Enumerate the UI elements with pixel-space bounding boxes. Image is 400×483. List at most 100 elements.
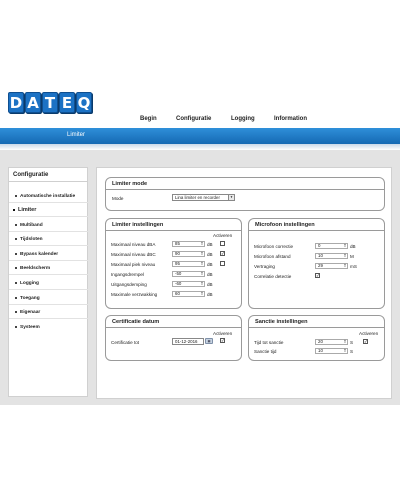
input-threshold-input[interactable]: -50 ▲ ▼: [172, 271, 205, 277]
page-title-bar: Limiter: [0, 128, 400, 144]
max-dbc-input[interactable]: 90 ▲ ▼: [172, 251, 205, 257]
max-peak-input[interactable]: 95 ▲ ▼: [172, 261, 205, 267]
limiter-mode-panel: Limiter mode Mode Lina limiter en record…: [105, 177, 385, 211]
certification-date-title: Certificatie datum: [112, 319, 160, 325]
spinner-arrows-icon[interactable]: ▲ ▼: [343, 339, 347, 344]
correlation-detection-checkbox[interactable]: ✓: [315, 273, 320, 278]
sidebar-item-label: Logging: [20, 281, 39, 286]
sidebar-item-bypass-kalender[interactable]: Bypass kalender: [15, 252, 58, 257]
max-attenuation-input[interactable]: 60 ▲ ▼: [172, 291, 205, 297]
sanction-settings-panel: Sanctie instellingen Activeren Tijd tot …: [248, 315, 385, 361]
bullet-icon: [15, 223, 17, 226]
nav-begin[interactable]: Begin: [140, 116, 157, 122]
max-dba-value: 85: [175, 241, 180, 246]
mode-select-value: Lina limiter en recorder: [175, 195, 220, 200]
spinner-arrows-icon[interactable]: ▲ ▼: [343, 263, 347, 268]
sidebar-item-beeldscherm[interactable]: Beeldscherm: [15, 266, 50, 271]
sidebar-item-multiband[interactable]: Multiband: [15, 223, 43, 228]
limiter-mode-title: Limiter mode: [112, 181, 148, 187]
bullet-icon: [15, 266, 17, 269]
mic-distance-input[interactable]: 10 ▲ ▼: [315, 253, 348, 259]
max-peak-checkbox[interactable]: [220, 261, 225, 266]
output-damping-label: Uitgangsdemping: [111, 282, 147, 287]
sidebar-item-label: Toegang: [20, 296, 40, 301]
microphone-settings-panel: Microfoon instellingen Microfoon correct…: [248, 218, 385, 309]
logo-letter: T: [42, 92, 58, 113]
dateq-logo[interactable]: D A T E Q: [8, 92, 92, 113]
max-dbc-value: 90: [175, 251, 180, 256]
max-dbc-label: Maximaal niveau dBC: [111, 252, 156, 257]
nav-logging[interactable]: Logging: [231, 116, 255, 122]
output-damping-input[interactable]: -60 ▲ ▼: [172, 281, 205, 287]
max-dba-checkbox[interactable]: [220, 241, 225, 246]
certification-checkbox[interactable]: ✓: [220, 338, 225, 343]
bullet-icon: [15, 252, 17, 255]
output-damping-value: -60: [175, 281, 182, 286]
limiter-settings-panel: Limiter instellingen Activeren Maximaal …: [105, 218, 242, 309]
spinner-arrows-icon[interactable]: ▲ ▼: [343, 243, 347, 248]
bullet-icon: [15, 310, 17, 313]
certification-date-input[interactable]: 01-12-2016: [172, 338, 204, 345]
time-to-sanction-input[interactable]: 20 ▲ ▼: [315, 339, 348, 345]
divider: [9, 216, 88, 217]
max-dbc-checkbox[interactable]: ✓: [220, 251, 225, 256]
sidebar-item-tijdsloten[interactable]: Tijdsloten: [15, 237, 43, 242]
input-threshold-value: -50: [175, 271, 182, 276]
spinner-arrows-icon[interactable]: ▲ ▼: [343, 253, 347, 258]
certification-until-label: Certificatie tot: [111, 340, 140, 345]
sidebar-item-label: Tijdsloten: [20, 237, 43, 242]
limiter-settings-title: Limiter instellingen: [112, 222, 164, 228]
max-peak-value: 95: [175, 261, 180, 266]
sanction-settings-title: Sanctie instellingen: [255, 319, 308, 325]
nav-configuratie[interactable]: Configuratie: [176, 116, 211, 122]
max-dba-label: Maximaal niveau dBA: [111, 242, 156, 247]
bullet-icon: [13, 208, 15, 211]
sidebar-item-limiter[interactable]: Limiter: [13, 207, 36, 213]
sidebar: Configuratie Automatische installatie Li…: [8, 167, 88, 397]
bullet-icon: [15, 296, 17, 299]
spinner-arrows-icon[interactable]: ▲ ▼: [200, 291, 204, 296]
unit-label: mS: [350, 264, 357, 269]
divider: [9, 202, 88, 203]
sidebar-item-toegang[interactable]: Toegang: [15, 296, 40, 301]
spinner-arrows-icon[interactable]: ▲ ▼: [200, 251, 204, 256]
spinner-arrows-icon[interactable]: ▲ ▼: [200, 271, 204, 276]
unit-label: S: [350, 349, 354, 354]
mode-label: Mode: [112, 196, 124, 201]
sidebar-item-label: Bypass kalender: [20, 252, 59, 257]
time-to-sanction-checkbox[interactable]: ✓: [363, 339, 368, 344]
divider: [106, 189, 384, 190]
logo-letter: A: [25, 92, 41, 113]
sidebar-item-systeem[interactable]: Systeem: [15, 325, 40, 330]
sanction-time-input[interactable]: 10 ▲ ▼: [315, 348, 348, 354]
sidebar-item-eigenaar[interactable]: Eigenaar: [15, 310, 40, 315]
certification-date-value: 01-12-2016: [175, 339, 198, 344]
spinner-arrows-icon[interactable]: ▲ ▼: [343, 348, 347, 353]
header: D A T E Q Begin Configuratie Logging Inf…: [0, 82, 400, 128]
mic-correction-label: Microfoon correctie: [254, 244, 294, 249]
unit-label: S: [350, 340, 354, 345]
divider: [249, 230, 384, 231]
mode-select[interactable]: Lina limiter en recorder ▼: [172, 194, 235, 201]
spinner-arrows-icon[interactable]: ▲ ▼: [200, 281, 204, 286]
sidebar-item-automatische-installatie[interactable]: Automatische installatie: [15, 194, 75, 199]
max-attenuation-label: Maximale verzwakking: [111, 292, 158, 297]
unit-label: dB: [207, 292, 213, 297]
mic-correction-input[interactable]: 0 ▲ ▼: [315, 243, 348, 249]
bullet-icon: [15, 237, 17, 240]
divider: [9, 245, 88, 246]
activate-header: Activeren: [213, 331, 233, 336]
page-title: Limiter: [67, 132, 86, 138]
sidebar-item-logging[interactable]: Logging: [15, 281, 39, 286]
delay-label: Vertraging: [254, 264, 275, 269]
bullet-icon: [15, 325, 17, 328]
delay-input[interactable]: 29 ▲ ▼: [315, 263, 348, 269]
time-to-sanction-value: 20: [318, 339, 323, 344]
spinner-arrows-icon[interactable]: ▲ ▼: [200, 241, 204, 246]
max-dba-input[interactable]: 85 ▲ ▼: [172, 241, 205, 247]
calendar-icon[interactable]: ▦: [205, 338, 213, 344]
spinner-arrows-icon[interactable]: ▲ ▼: [200, 261, 204, 266]
nav-information[interactable]: Information: [274, 116, 307, 122]
sanction-time-value: 10: [318, 348, 323, 353]
mic-distance-label: Microfoon afstand: [254, 254, 291, 259]
